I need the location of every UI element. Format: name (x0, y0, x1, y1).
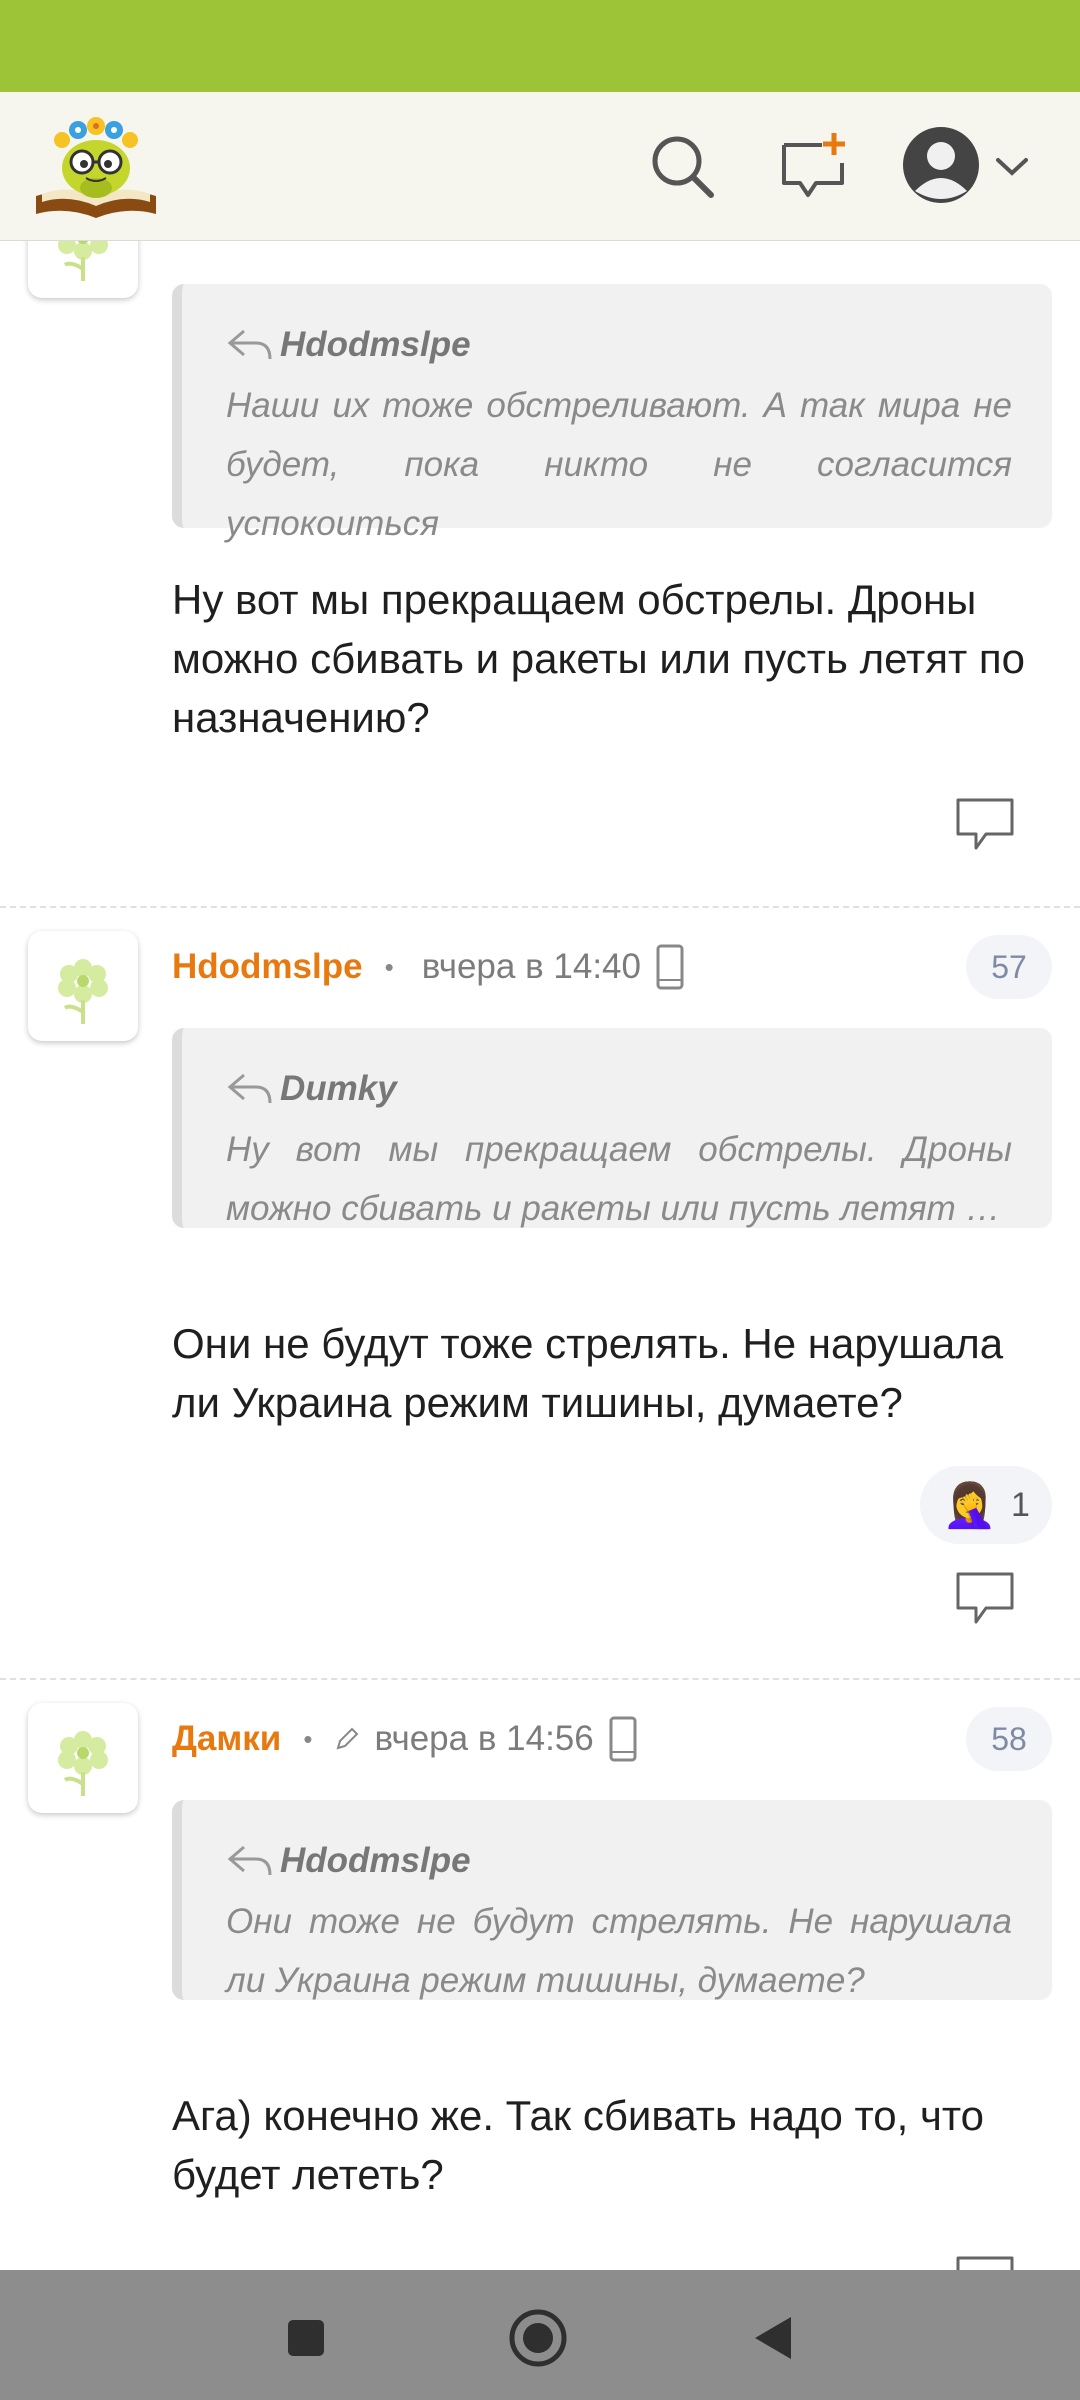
reaction-count: 1 (1010, 1485, 1030, 1524)
triangle-back-icon[interactable] (742, 2306, 806, 2370)
chevron-down-icon[interactable] (990, 124, 1034, 208)
avatar[interactable] (28, 1703, 138, 1813)
avatar[interactable] (28, 931, 138, 1041)
reply-arrow-icon (227, 1073, 272, 1104)
status-bar (0, 0, 1080, 92)
comment-divider (0, 1678, 1080, 1680)
separator: • (384, 951, 394, 982)
facepalm-emoji: 🤦‍♀️ (942, 1481, 997, 1530)
comment-text: Ага) конечно же. Так сбивать надо то, чт… (172, 2092, 984, 2198)
comment-time[interactable]: вчера в 14:56 (374, 1719, 593, 1759)
comment-number-badge[interactable]: 58 (966, 1707, 1052, 1771)
user-avatar-icon[interactable] (898, 122, 984, 208)
comments-feed: Hdodmslpe Наши их тоже обстреливают. А т… (0, 240, 1080, 2270)
edited-pencil-icon (334, 1726, 360, 1752)
separator: • (303, 1723, 313, 1754)
quote-text: Наши их тоже обстреливают. А так мира не… (226, 386, 1012, 543)
mobile-device-icon (655, 944, 685, 990)
comment-number-badge[interactable]: 57 (966, 935, 1052, 999)
comment-meta: Hdodmslpe • вчера в 14:40 (172, 937, 685, 997)
quote-text: Ну вот мы прекращаем обстрелы. Дроны мож… (226, 1130, 1012, 1228)
reply-arrow-icon (227, 1845, 272, 1876)
comment-time[interactable]: вчера в 14:40 (422, 947, 641, 987)
quote-block: Hdodmslpe Они тоже не будут стрелять. Не… (172, 1800, 1052, 2000)
square-icon[interactable] (274, 2306, 338, 2370)
quote-author-name[interactable]: Dumky (280, 1069, 397, 1109)
reply-comment-icon[interactable] (952, 1570, 1018, 1626)
quote-text: Они тоже не будут стрелять. Не нарушала … (226, 1902, 1012, 2000)
comment-meta: Дамки • вчера в 14:56 (172, 1709, 638, 1769)
comment-divider (0, 906, 1080, 908)
comment-text: Ну вот мы прекращаем обстрелы. Дроны мож… (172, 576, 1026, 741)
author-name[interactable]: Дамки (172, 1719, 281, 1759)
quote-author: Hdodmslpe (226, 1836, 1012, 1886)
quote-author-name[interactable]: Hdodmslpe (280, 1841, 471, 1881)
site-logo[interactable] (32, 110, 160, 222)
system-nav-bar (0, 2270, 1080, 2400)
circle-home-icon[interactable] (506, 2306, 570, 2370)
reply-comment-icon[interactable] (952, 2254, 1018, 2270)
author-name[interactable]: Hdodmslpe (172, 947, 363, 987)
avatar[interactable] (28, 240, 138, 298)
quote-author: Hdodmslpe (226, 320, 1012, 370)
reply-comment-icon[interactable] (952, 796, 1018, 852)
reaction-badge[interactable]: 🤦‍♀️ 1 (920, 1466, 1052, 1544)
comment-text: Они не будут тоже стрелять. Не нарушала … (172, 1320, 1004, 1426)
reply-arrow-icon (227, 329, 272, 360)
new-message-plus-icon[interactable] (772, 124, 856, 208)
quote-author: Dumky (226, 1064, 1012, 1114)
quote-author-name[interactable]: Hdodmslpe (280, 325, 471, 365)
top-header (0, 92, 1080, 241)
quote-block: Dumky Ну вот мы прекращаем обстрелы. Дро… (172, 1028, 1052, 1228)
search-icon[interactable] (640, 124, 724, 208)
mobile-device-icon (608, 1716, 638, 1762)
quote-block: Hdodmslpe Наши их тоже обстреливают. А т… (172, 284, 1052, 543)
